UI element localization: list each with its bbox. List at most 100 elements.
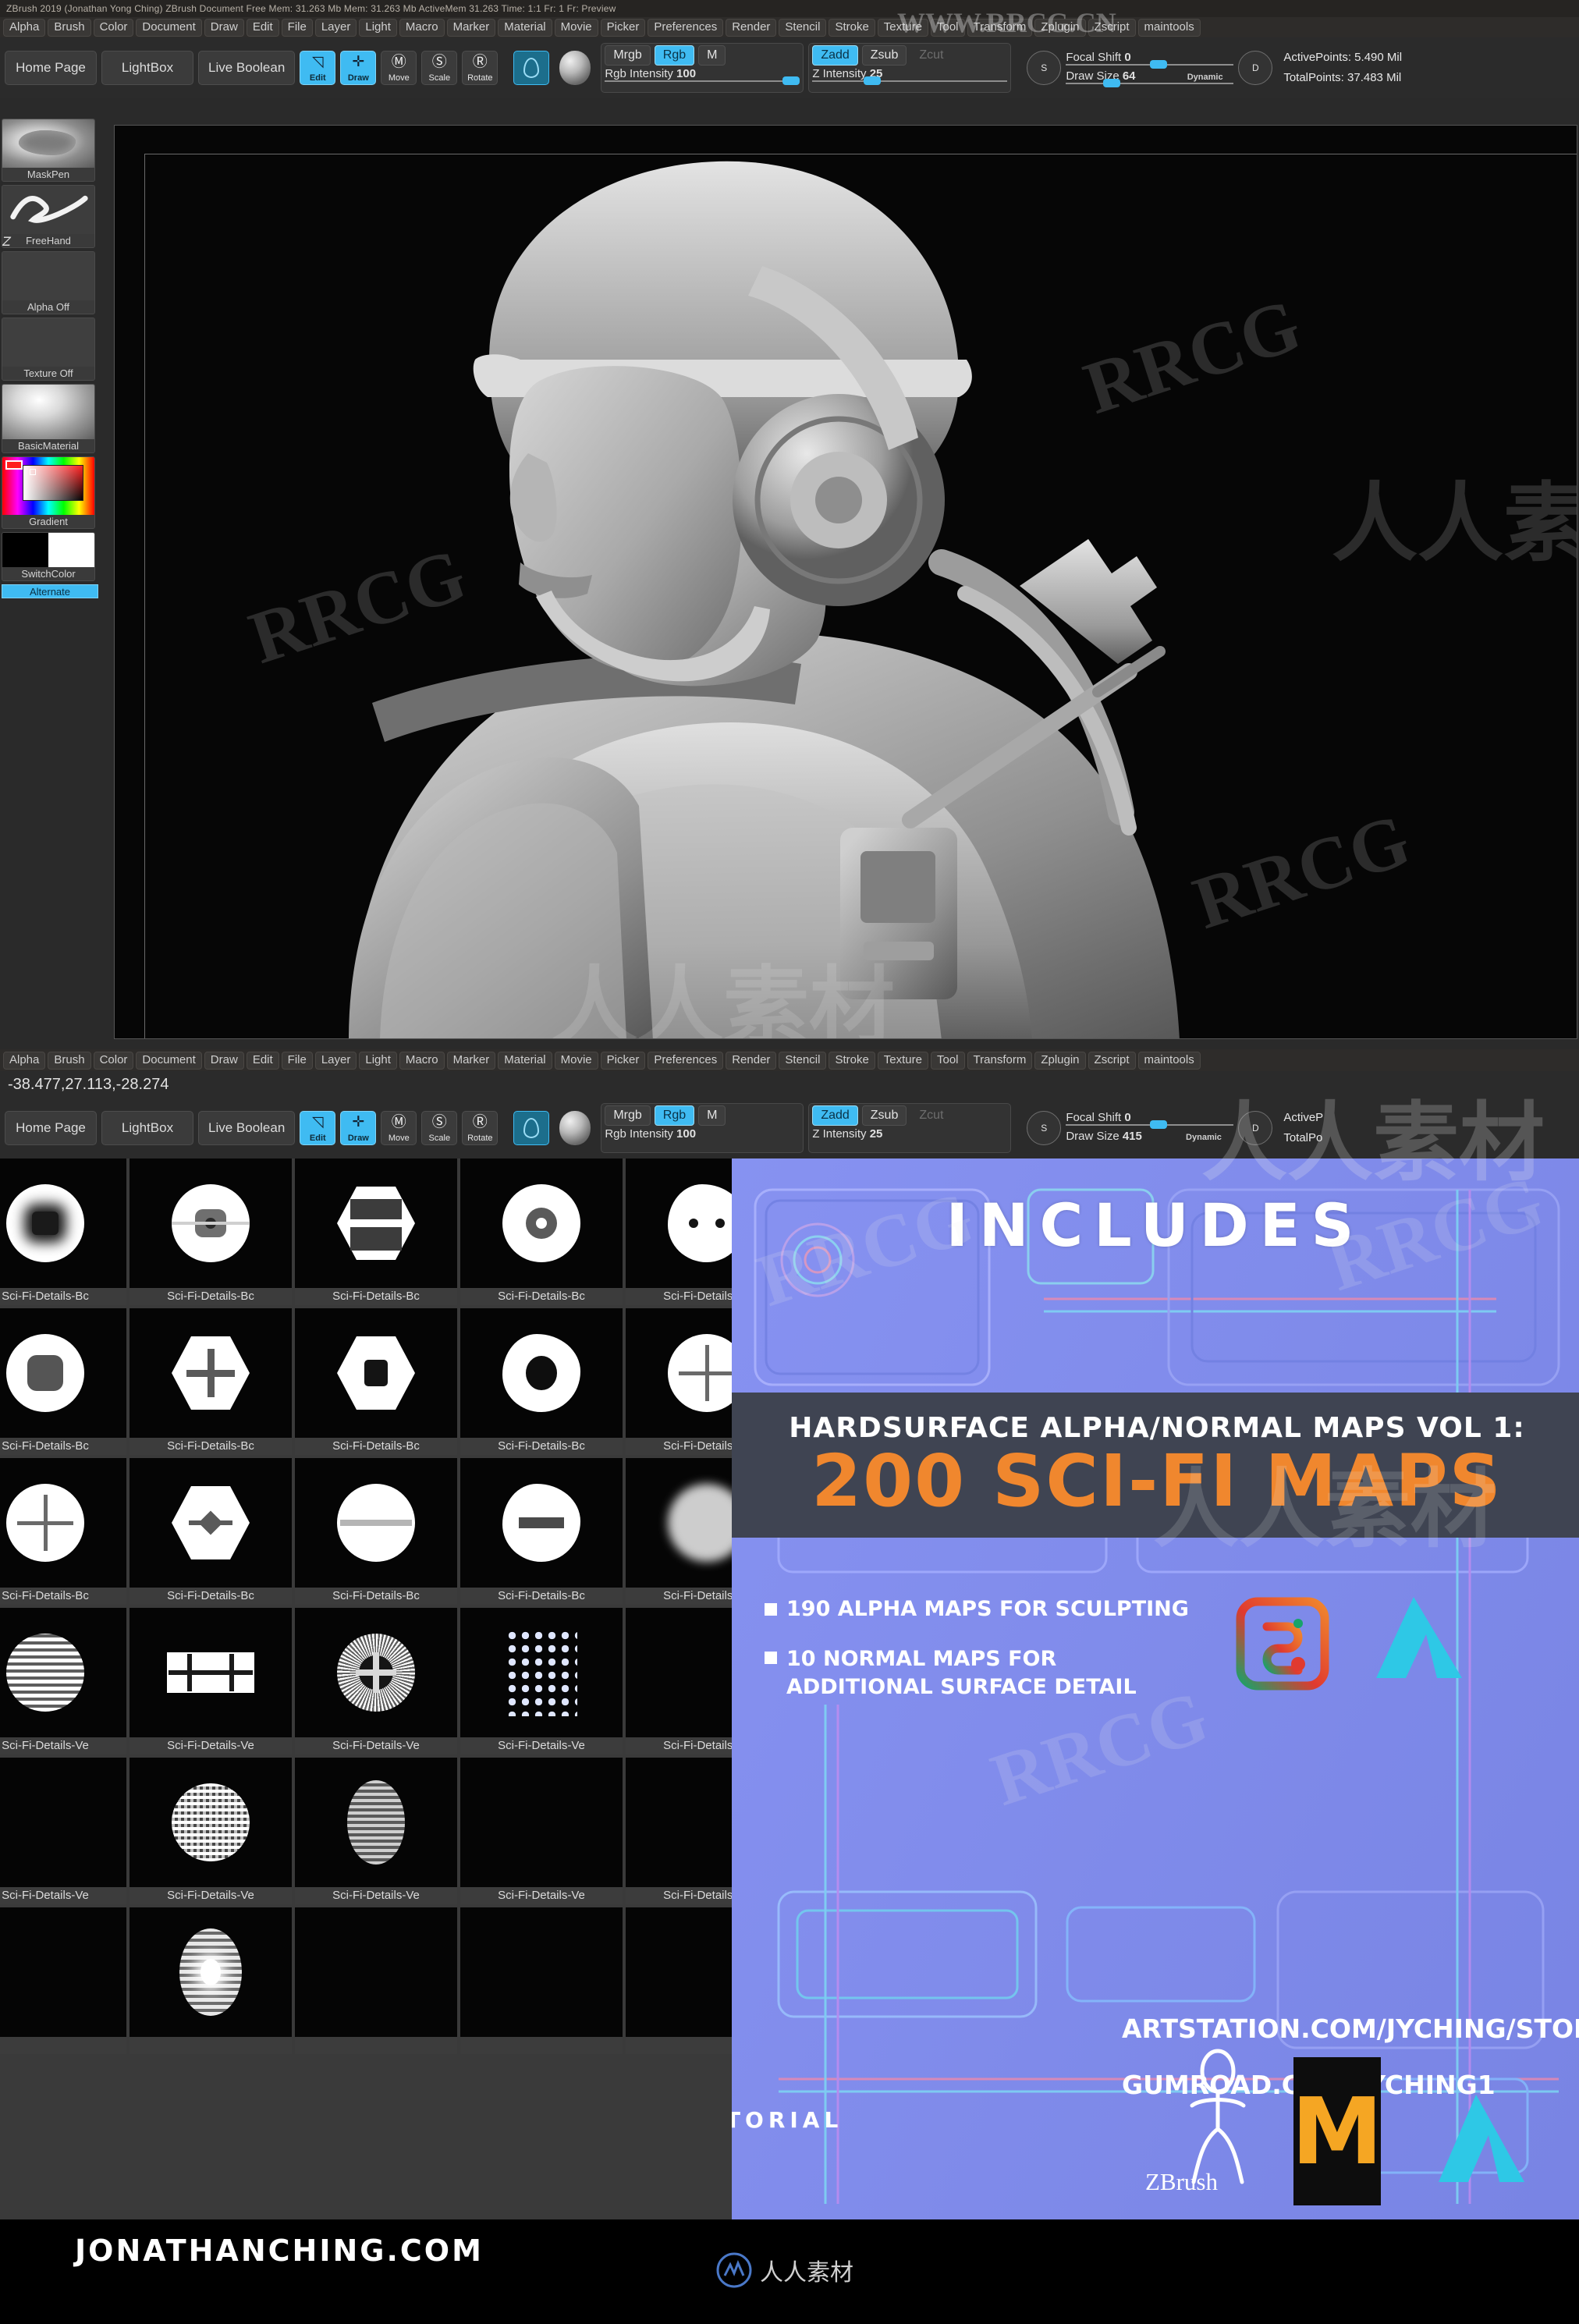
- zcut-button[interactable]: Zcut: [910, 45, 952, 66]
- menu-item-edit[interactable]: Edit: [246, 18, 279, 37]
- alpha-thumbnail[interactable]: Sci-Fi-Details-Bc: [0, 1308, 126, 1455]
- rgb-intensity-knob[interactable]: [782, 76, 800, 85]
- zadd-button-2[interactable]: Zadd: [812, 1105, 858, 1126]
- menu-item-edit[interactable]: Edit: [246, 1051, 279, 1070]
- move-mode-button[interactable]: Ⓜ Move: [381, 51, 417, 85]
- color-swatches[interactable]: [2, 533, 94, 567]
- menu-item-draw[interactable]: Draw: [204, 18, 244, 37]
- z-intensity-slider[interactable]: Z Intensity 25: [812, 67, 1008, 85]
- menu-item-macro[interactable]: Macro: [399, 1051, 445, 1070]
- scale-mode-button-2[interactable]: Ⓢ Scale: [421, 1111, 458, 1145]
- menu-item-brush[interactable]: Brush: [48, 1051, 91, 1070]
- menu-item-stencil[interactable]: Stencil: [779, 18, 827, 37]
- menu-item-zscript[interactable]: Zscript: [1088, 18, 1136, 37]
- material-preview-2[interactable]: [554, 1111, 596, 1145]
- menu-item-macro[interactable]: Macro: [399, 18, 445, 37]
- menu-item-color[interactable]: Color: [93, 1051, 134, 1070]
- menu-item-picker[interactable]: Picker: [600, 1051, 646, 1070]
- menu-item-marker[interactable]: Marker: [446, 18, 496, 37]
- alpha-thumbnail[interactable]: [0, 1907, 126, 2054]
- alpha-thumbnail[interactable]: Sci-Fi-Details-Ve: [460, 1758, 623, 1904]
- alpha-thumbnail[interactable]: Sci-Fi-Details-Ve: [130, 1758, 292, 1904]
- sculpt-model[interactable]: [115, 126, 1577, 1039]
- menu-item-zplugin[interactable]: Zplugin: [1034, 1051, 1086, 1070]
- live-boolean-button-2[interactable]: Live Boolean: [198, 1111, 296, 1145]
- menu-item-stencil[interactable]: Stencil: [779, 1051, 827, 1070]
- menu-item-brush[interactable]: Brush: [48, 18, 91, 37]
- dynamic-size-icon-2[interactable]: D: [1238, 1111, 1273, 1145]
- alpha-thumbnail[interactable]: Sci-Fi-Details-Ve: [130, 1608, 292, 1755]
- alpha-thumbnail[interactable]: [130, 1907, 292, 2054]
- menu-item-color[interactable]: Color: [93, 18, 134, 37]
- alpha-thumbnail[interactable]: Sci-Fi-Details-Bc: [130, 1308, 292, 1455]
- alpha-thumbnail[interactable]: Sci-Fi-Details-Bc: [460, 1308, 623, 1455]
- rail-item-basic-material[interactable]: BasicMaterial: [2, 384, 95, 453]
- menu-item-stroke[interactable]: Stroke: [829, 18, 875, 37]
- menu-item-preferences[interactable]: Preferences: [648, 18, 724, 37]
- zsub-button[interactable]: Zsub: [861, 45, 907, 66]
- edit-mode-button-2[interactable]: ◹ Edit: [300, 1111, 336, 1145]
- focal-shift-slider[interactable]: Focal Shift 0: [1066, 51, 1234, 69]
- focal-shift-slider-2[interactable]: Focal Shift 0: [1066, 1111, 1234, 1129]
- move-mode-button-2[interactable]: Ⓜ Move: [381, 1111, 417, 1145]
- mrgb-button-2[interactable]: Mrgb: [605, 1105, 651, 1126]
- menu-item-draw[interactable]: Draw: [204, 1051, 244, 1070]
- draw-mode-button[interactable]: ✛ Draw: [340, 51, 377, 85]
- menu-item-transform[interactable]: Transform: [967, 1051, 1033, 1070]
- rgb-button-2[interactable]: Rgb: [654, 1105, 695, 1126]
- focal-shift-knob-2[interactable]: [1150, 1120, 1168, 1129]
- z-intensity-knob[interactable]: [864, 76, 882, 85]
- live-boolean-button[interactable]: Live Boolean: [198, 51, 296, 85]
- draw-size-icon-2[interactable]: S: [1027, 1111, 1062, 1145]
- z-intensity-slider-2[interactable]: Z Intensity 25: [812, 1127, 1007, 1143]
- home-page-button-2[interactable]: Home Page: [5, 1111, 97, 1145]
- menu-item-light[interactable]: Light: [359, 1051, 397, 1070]
- menu-item-alpha[interactable]: Alpha: [3, 1051, 46, 1070]
- secondary-color-swatch[interactable]: [48, 533, 94, 567]
- rail-item-gradient[interactable]: Gradient: [2, 456, 95, 529]
- draw-size-knob[interactable]: [1103, 79, 1121, 87]
- menu-item-transform[interactable]: Transform: [967, 18, 1033, 37]
- menu-item-movie[interactable]: Movie: [554, 1051, 598, 1070]
- primary-color-swatch[interactable]: [2, 533, 48, 567]
- material-preview[interactable]: [554, 51, 596, 85]
- rotate-mode-button-2[interactable]: Ⓡ Rotate: [462, 1111, 499, 1145]
- alpha-thumbnail[interactable]: Sci-Fi-Details-Bc: [130, 1458, 292, 1605]
- alpha-thumbnail[interactable]: Sci-Fi-Details-Bc: [130, 1158, 292, 1305]
- 3d-viewport[interactable]: RRCG RRCG RRCG 人人素材 人人素材: [114, 125, 1577, 1039]
- menu-item-document[interactable]: Document: [136, 18, 202, 37]
- menu-item-render[interactable]: Render: [726, 1051, 777, 1070]
- menu-item-light[interactable]: Light: [359, 18, 397, 37]
- alpha-thumbnail[interactable]: Sci-Fi-Details-Ve: [0, 1608, 126, 1755]
- alpha-thumbnail[interactable]: Sci-Fi-Details-Ve: [295, 1758, 457, 1904]
- menu-item-preferences[interactable]: Preferences: [648, 1051, 724, 1070]
- alpha-thumbnail[interactable]: Sci-Fi-Details-Bc: [295, 1308, 457, 1455]
- home-page-button[interactable]: Home Page: [5, 51, 97, 85]
- artstation-url[interactable]: ARTSTATION.COM/JYCHING/STORE: [1122, 2014, 1579, 2044]
- alpha-thumbnail[interactable]: Sci-Fi-Details-Bc: [295, 1458, 457, 1605]
- mrgb-button[interactable]: Mrgb: [605, 45, 651, 66]
- rgb-button[interactable]: Rgb: [654, 45, 695, 66]
- menu-item-material[interactable]: Material: [498, 18, 552, 37]
- menu-item-zscript[interactable]: Zscript: [1088, 1051, 1136, 1070]
- menu-item-tool[interactable]: Tool: [931, 18, 965, 37]
- focal-shift-knob[interactable]: [1150, 60, 1168, 69]
- color-picker-icon[interactable]: [2, 457, 94, 515]
- scale-mode-button[interactable]: Ⓢ Scale: [421, 51, 458, 85]
- menu-item-render[interactable]: Render: [726, 18, 777, 37]
- menu-item-material[interactable]: Material: [498, 1051, 552, 1070]
- menu-item-maintools[interactable]: maintools: [1137, 1051, 1201, 1070]
- rgb-intensity-slider-2[interactable]: Rgb Intensity 100: [605, 1127, 800, 1143]
- menu-item-texture[interactable]: Texture: [877, 1051, 928, 1070]
- menu-item-texture[interactable]: Texture: [877, 18, 928, 37]
- lightbox-button[interactable]: LightBox: [101, 51, 193, 85]
- alpha-thumbnail[interactable]: Sci-Fi-Details-Ve: [295, 1608, 457, 1755]
- m-button[interactable]: M: [698, 45, 726, 66]
- lightbox-button-2[interactable]: LightBox: [101, 1111, 193, 1145]
- alpha-thumbnail[interactable]: Sci-Fi-Details-Bc: [295, 1158, 457, 1305]
- zadd-button[interactable]: Zadd: [812, 45, 858, 66]
- menu-item-alpha[interactable]: Alpha: [3, 18, 46, 37]
- brush-preview-button[interactable]: [513, 51, 550, 85]
- edit-mode-button[interactable]: ◹ Edit: [300, 51, 336, 85]
- menu-item-picker[interactable]: Picker: [600, 18, 646, 37]
